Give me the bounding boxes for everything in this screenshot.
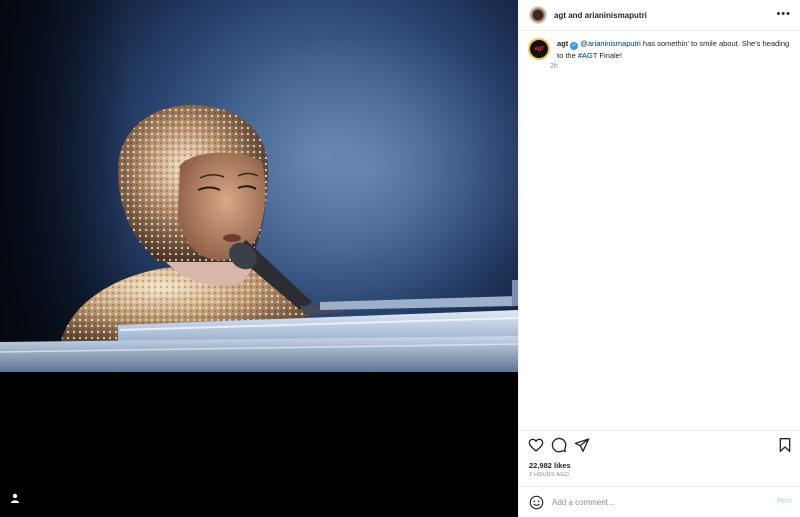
comment-bar: Post bbox=[519, 486, 800, 517]
avatar-logo-text: agt bbox=[534, 46, 544, 52]
share-icon[interactable] bbox=[574, 437, 590, 453]
more-options-icon[interactable]: ••• bbox=[776, 9, 791, 20]
caption-mention[interactable]: @arianinismaputri bbox=[580, 39, 641, 48]
instagram-post: agt and arianinismaputri ••• agt agt ✓ @ar… bbox=[0, 0, 800, 517]
emoji-icon[interactable] bbox=[529, 495, 544, 510]
post-comment-button[interactable]: Post bbox=[777, 498, 792, 505]
comment-icon[interactable] bbox=[551, 437, 567, 453]
user-tag-icon[interactable] bbox=[8, 493, 22, 507]
post-caption: agt agt ✓ @arianinismaputri has somethin' … bbox=[528, 38, 793, 70]
caption-text-end: Finale! bbox=[597, 51, 622, 60]
post-age: 2 HOURS AGO bbox=[529, 472, 570, 478]
caption-text: agt ✓ @arianinismaputri has somethin' to s… bbox=[557, 38, 793, 61]
post-photo[interactable] bbox=[0, 0, 518, 517]
post-details-panel: agt and arianinismaputri ••• agt agt ✓ @ar… bbox=[518, 0, 800, 517]
verified-badge-icon: ✓ bbox=[570, 42, 579, 50]
comment-input[interactable] bbox=[552, 497, 767, 507]
avatar[interactable] bbox=[529, 6, 547, 24]
bookmark-icon[interactable] bbox=[777, 437, 793, 453]
caption-username[interactable]: agt bbox=[557, 39, 568, 48]
post-authors[interactable]: agt and arianinismaputri bbox=[554, 11, 647, 20]
like-count[interactable]: 22,982 likes bbox=[529, 461, 571, 470]
caption-hashtag[interactable]: #AGT bbox=[578, 51, 597, 60]
author-avatar[interactable]: agt bbox=[528, 38, 550, 60]
heart-icon[interactable] bbox=[528, 437, 544, 453]
post-header: agt and arianinismaputri ••• bbox=[519, 0, 800, 31]
action-bar bbox=[519, 430, 800, 460]
performer-at-piano-illustration bbox=[0, 105, 518, 372]
caption-timestamp: 2h bbox=[550, 63, 558, 70]
